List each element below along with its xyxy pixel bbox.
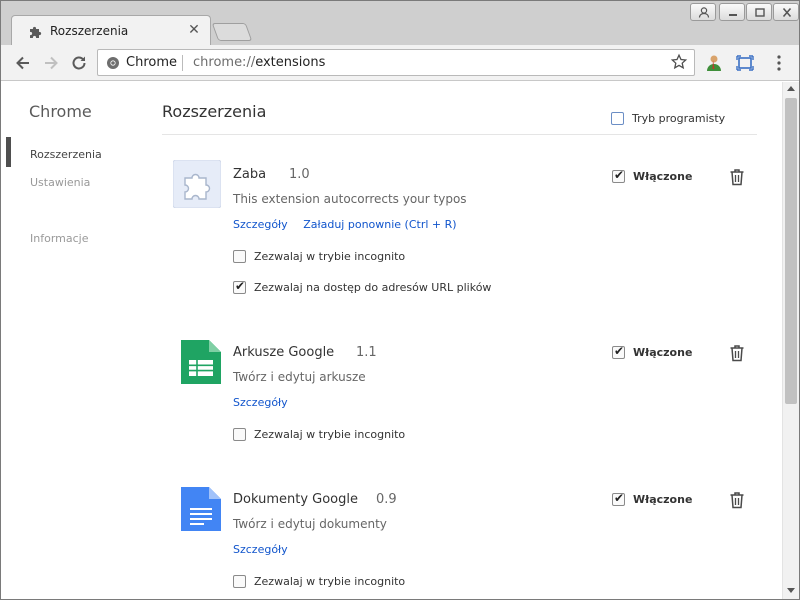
checkmark-icon: ✔: [614, 168, 625, 182]
extension-description: Twórz i edytuj arkusze: [233, 370, 366, 384]
reload-icon[interactable]: [69, 53, 89, 73]
allow-incognito-checkbox[interactable]: [233, 428, 246, 441]
trash-icon[interactable]: [729, 344, 745, 362]
extension-description: This extension autocorrects your typos: [233, 192, 467, 206]
site-chip: Chrome: [126, 55, 177, 70]
checkmark-icon: ✔: [235, 279, 246, 293]
page-title: Rozszerzenia: [162, 102, 267, 121]
address-bar[interactable]: Chrome chrome://extensions: [97, 49, 695, 76]
scrollbar-thumb[interactable]: [785, 98, 797, 404]
sheets-icon: [181, 340, 221, 384]
address-separator: [182, 55, 183, 71]
chrome-icon: [107, 57, 119, 69]
extension-name: Dokumenty Google: [233, 492, 358, 507]
extension-links: Szczegóły: [233, 396, 300, 409]
details-link[interactable]: Szczegóły: [233, 396, 288, 409]
window-close-button[interactable]: [773, 3, 799, 21]
trash-icon[interactable]: [729, 491, 745, 509]
allow-incognito-checkbox[interactable]: [233, 250, 246, 263]
puzzle-icon: [173, 160, 221, 208]
bookmark-star-icon[interactable]: [670, 53, 688, 71]
allow-file-urls-label: Zezwalaj na dostęp do adresów URL plików: [254, 281, 492, 294]
user-profile-button[interactable]: [690, 3, 716, 21]
tab-close-icon[interactable]: ✕: [186, 22, 202, 38]
allow-file-urls-checkbox[interactable]: ✔: [233, 279, 246, 294]
scroll-up-arrow-icon[interactable]: [787, 86, 795, 91]
extension-version: 1.0: [289, 167, 310, 182]
maximize-icon: [755, 8, 765, 17]
sidebar-active-marker: [6, 137, 11, 167]
enabled-label: Włączone: [633, 493, 693, 506]
tab-strip: Rozszerzenia ✕: [1, 1, 799, 46]
sidebar-item-settings[interactable]: Ustawienia: [30, 176, 90, 189]
details-link[interactable]: Szczegóły: [233, 218, 288, 231]
extension-name: Zaba: [233, 167, 267, 182]
page-content: Chrome Rozszerzenia Ustawienia Informacj…: [1, 82, 782, 599]
enabled-label: Włączone: [633, 346, 693, 359]
new-tab-button[interactable]: [211, 23, 253, 41]
close-icon: [782, 7, 792, 18]
sidebar-item-about[interactable]: Informacje: [30, 232, 88, 245]
docs-icon: [181, 487, 221, 531]
minimize-icon: [729, 14, 737, 16]
checkmark-icon: ✔: [614, 344, 625, 358]
extension-avatar-icon[interactable]: [704, 53, 724, 73]
extension-version: 1.1: [356, 345, 377, 360]
trash-icon[interactable]: [729, 168, 745, 186]
scroll-down-arrow-icon[interactable]: [787, 588, 795, 593]
developer-mode-checkbox[interactable]: [611, 112, 624, 125]
enabled-checkbox[interactable]: ✔: [612, 491, 625, 506]
maximize-button[interactable]: [746, 3, 772, 21]
back-arrow-icon[interactable]: [13, 53, 33, 73]
sidebar-title: Chrome: [29, 102, 92, 121]
developer-mode-label: Tryb programisty: [632, 112, 726, 125]
reload-link[interactable]: Załaduj ponownie (Ctrl + R): [303, 218, 456, 231]
forward-arrow-icon[interactable]: [41, 53, 61, 73]
cast-icon[interactable]: [735, 53, 755, 73]
enabled-checkbox[interactable]: ✔: [612, 168, 625, 183]
checkmark-icon: ✔: [614, 491, 625, 505]
extension-links: Szczegóły Załaduj ponownie (Ctrl + R): [233, 218, 469, 231]
allow-incognito-label: Zezwalaj w trybie incognito: [254, 575, 406, 588]
minimize-button[interactable]: [719, 3, 745, 21]
url-path: extensions: [255, 55, 326, 70]
menu-kebab-icon[interactable]: [769, 53, 789, 73]
url-text: chrome://extensions: [193, 55, 325, 70]
browser-window: Rozszerzenia ✕ Chrome chrome://extension…: [0, 0, 800, 600]
tab-title: Rozszerzenia: [50, 24, 129, 38]
extension-name: Arkusze Google: [233, 345, 335, 360]
extension-version: 0.9: [376, 492, 397, 507]
allow-incognito-label: Zezwalaj w trybie incognito: [254, 428, 406, 441]
sidebar-item-extensions[interactable]: Rozszerzenia: [30, 148, 102, 161]
details-link[interactable]: Szczegóły: [233, 543, 288, 556]
header-divider: [162, 134, 757, 135]
extension-links: Szczegóły: [233, 543, 300, 556]
allow-incognito-label: Zezwalaj w trybie incognito: [254, 250, 406, 263]
enabled-label: Włączone: [633, 170, 693, 183]
enabled-checkbox[interactable]: ✔: [612, 344, 625, 359]
toolbar: Chrome chrome://extensions: [1, 45, 799, 81]
tab-extensions[interactable]: Rozszerzenia ✕: [11, 15, 211, 46]
puzzle-icon: [30, 26, 42, 38]
user-icon: [698, 7, 710, 18]
vertical-scrollbar[interactable]: [782, 82, 799, 599]
allow-incognito-checkbox[interactable]: [233, 575, 246, 588]
extension-description: Twórz i edytuj dokumenty: [233, 517, 387, 531]
url-scheme: chrome://: [193, 55, 256, 70]
